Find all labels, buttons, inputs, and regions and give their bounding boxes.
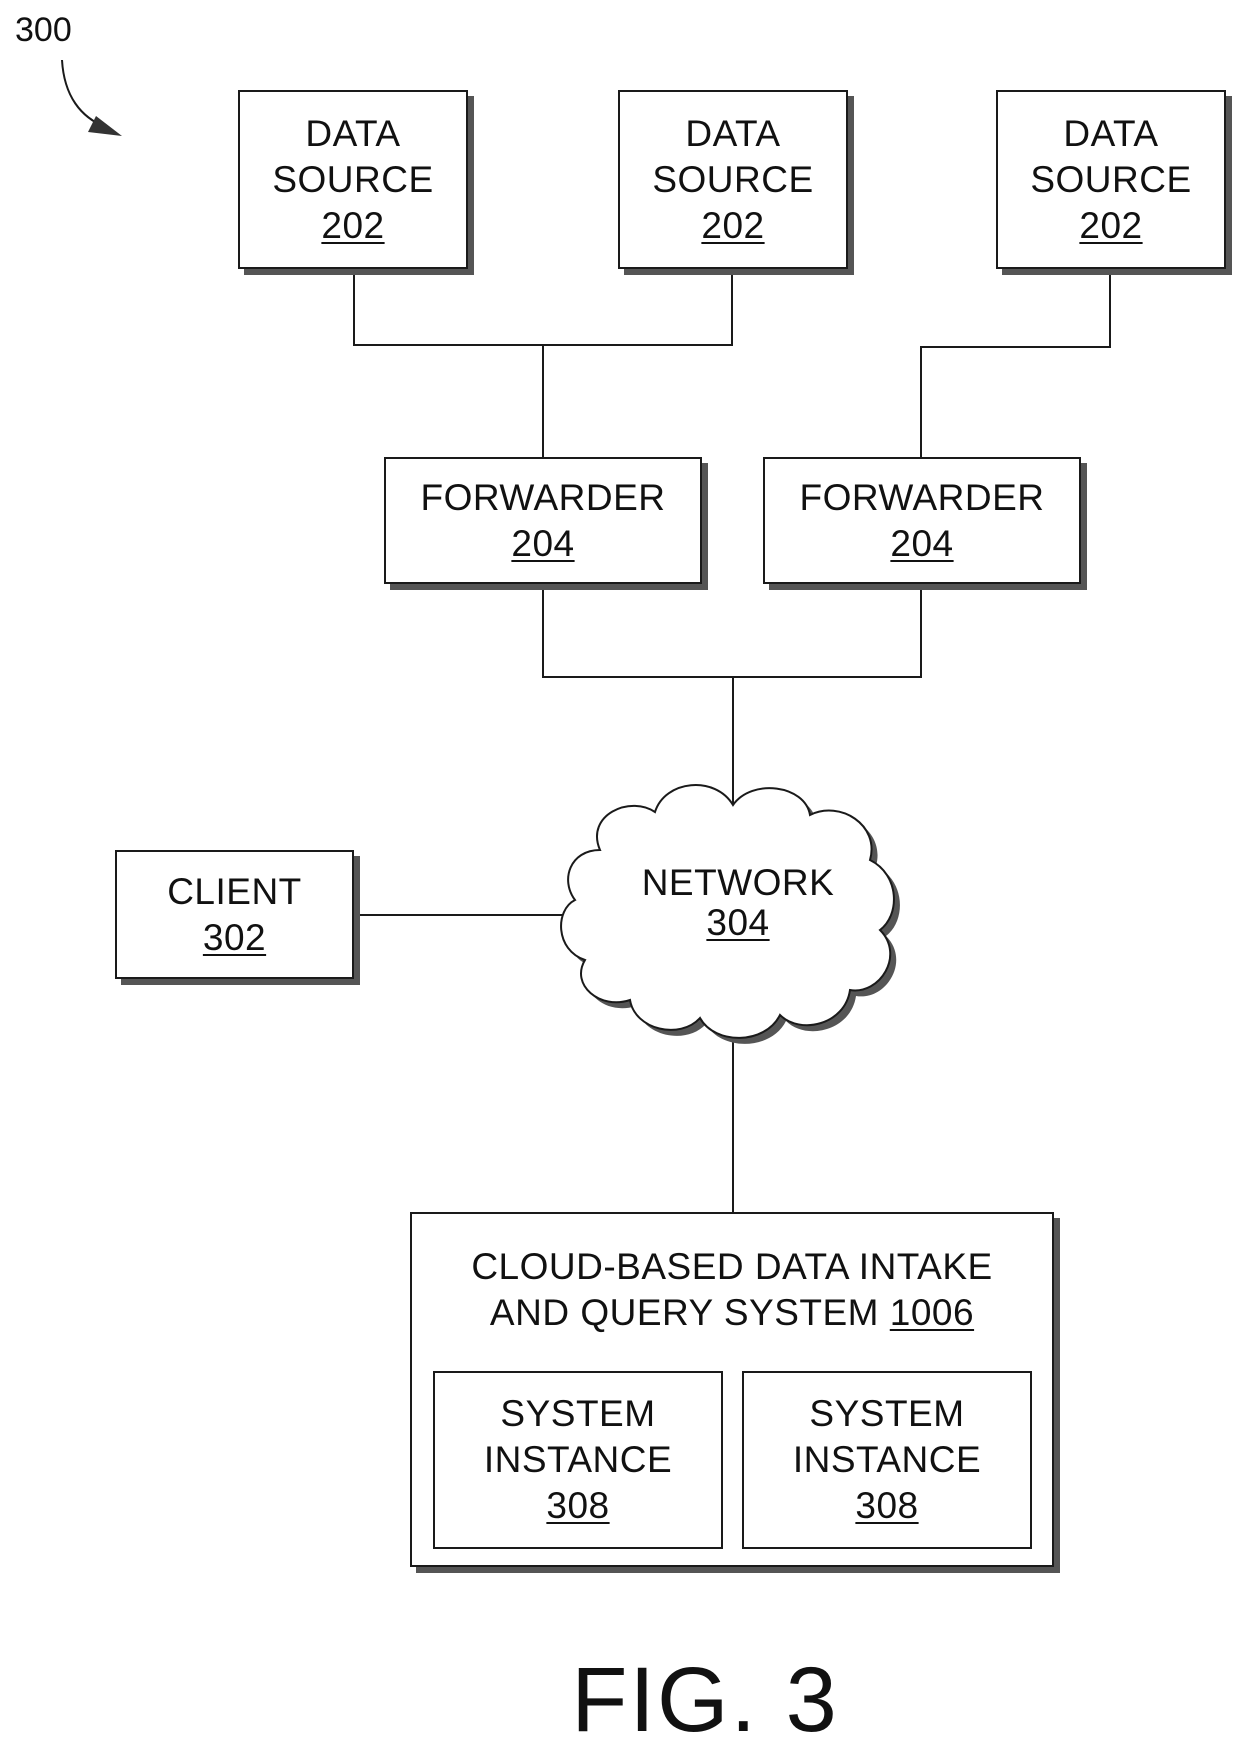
forwarder-ref: 204 [511,522,575,564]
system-instance-label-line1: SYSTEM [500,1393,656,1434]
client-ref: 302 [202,916,267,958]
data-source-label-line2: SOURCE [272,158,434,200]
system-instance-label-line2: INSTANCE [792,1439,982,1480]
connector-ds1-ds2 [353,269,733,346]
forwarder-box: FORWARDER 204 [763,457,1081,584]
data-source-box: DATA SOURCE 202 [238,90,468,269]
client-box: CLIENT 302 [115,850,354,979]
reference-arrow-icon [61,59,122,136]
system-title-line2: AND QUERY SYSTEM 1006 [490,1290,974,1336]
network-label-group: NETWORK 304 [603,860,873,946]
connector-ds3-forwarder-2 [920,269,1111,457]
system-title-text: AND QUERY SYSTEM [489,1292,879,1333]
client-label: CLIENT [167,870,302,912]
forwarder-box: FORWARDER 204 [384,457,702,584]
system-ref: 1006 [889,1292,975,1333]
data-source-label-line1: DATA [305,112,401,154]
data-source-box: DATA SOURCE 202 [996,90,1226,269]
system-title-line1: CLOUD-BASED DATA INTAKE [471,1246,993,1287]
data-source-label-line1: DATA [1063,112,1159,154]
system-instance-label-line2: INSTANCE [483,1439,673,1480]
figure-reference-number: 300 [15,11,72,49]
data-source-box: DATA SOURCE 202 [618,90,848,269]
forwarder-label: FORWARDER [420,476,666,518]
data-source-label-line2: SOURCE [1030,158,1192,200]
system-instance-label-line1: SYSTEM [809,1393,965,1434]
data-source-label-line1: DATA [685,112,781,154]
figure-caption: FIG. 3 [571,1649,839,1751]
data-source-ref: 202 [701,204,765,246]
data-source-label-line2: SOURCE [652,158,814,200]
data-source-ref: 202 [1079,204,1143,246]
system-instance-box: SYSTEM INSTANCE 308 [433,1371,723,1549]
connector-forwarders [542,584,922,678]
network-ref: 304 [706,902,770,943]
system-instance-box: SYSTEM INSTANCE 308 [742,1371,1032,1549]
data-source-ref: 202 [321,204,385,246]
forwarder-ref: 204 [890,522,954,564]
system-instance-ref: 308 [546,1485,610,1526]
forwarder-label: FORWARDER [799,476,1045,518]
system-instance-ref: 308 [855,1485,919,1526]
